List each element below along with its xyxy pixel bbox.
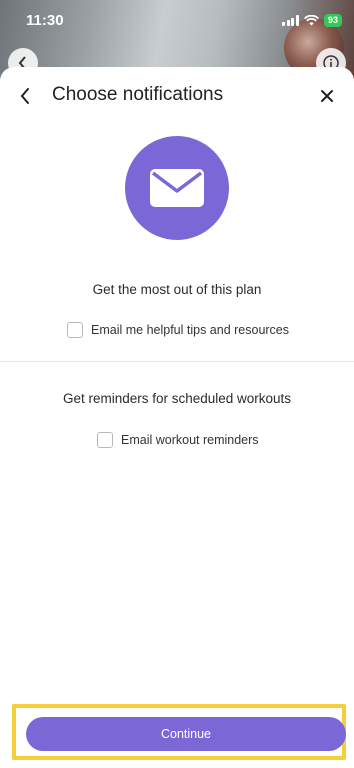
status-icons: 93 bbox=[282, 14, 342, 27]
sheet-header: Choose notifications bbox=[0, 67, 354, 123]
tips-checkbox[interactable] bbox=[67, 322, 83, 338]
close-button[interactable] bbox=[314, 83, 340, 109]
page-title: Choose notifications bbox=[52, 84, 224, 105]
section-heading-plan: Get the most out of this plan bbox=[92, 282, 262, 297]
reminders-checkbox[interactable] bbox=[97, 432, 113, 448]
status-time: 11:30 bbox=[26, 12, 64, 29]
mail-illustration bbox=[125, 136, 229, 240]
section-heading-reminders: Get reminders for scheduled workouts bbox=[62, 391, 292, 406]
section-divider bbox=[0, 361, 354, 362]
reminders-checkbox-label: Email workout reminders bbox=[121, 433, 259, 447]
wifi-icon bbox=[303, 15, 319, 26]
continue-highlight: Continue bbox=[12, 704, 346, 760]
back-button[interactable] bbox=[12, 83, 38, 109]
notifications-sheet: Choose notifications Get the most out of… bbox=[0, 67, 354, 768]
status-bar: 11:30 93 bbox=[0, 0, 354, 44]
battery-indicator: 93 bbox=[323, 14, 342, 27]
close-icon bbox=[321, 90, 333, 102]
reminders-checkbox-row[interactable]: Email workout reminders bbox=[97, 432, 259, 448]
tips-checkbox-row[interactable]: Email me helpful tips and resources bbox=[67, 322, 289, 338]
continue-button[interactable]: Continue bbox=[26, 717, 346, 751]
signal-icon bbox=[282, 15, 299, 26]
envelope-icon bbox=[150, 169, 204, 207]
tips-checkbox-label: Email me helpful tips and resources bbox=[91, 323, 290, 337]
back-chevron-icon bbox=[20, 88, 29, 104]
